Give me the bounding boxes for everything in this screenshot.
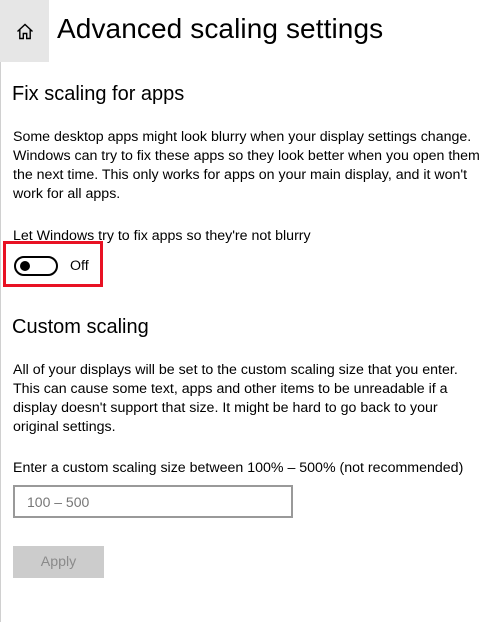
apply-button[interactable]: Apply	[13, 546, 104, 578]
page-title: Advanced scaling settings	[57, 13, 384, 44]
home-icon	[16, 23, 34, 40]
toggle-knob	[20, 261, 30, 271]
custom-scaling-input-label: Enter a custom scaling size between 100%…	[13, 460, 464, 476]
settings-page: Advanced scaling settings Fix scaling fo…	[0, 0, 493, 622]
toggle-state-text: Off	[70, 258, 89, 274]
window-edge	[0, 62, 1, 622]
custom-scaling-description: All of your displays will be set to the …	[13, 362, 458, 435]
fix-scaling-heading: Fix scaling for apps	[12, 83, 185, 105]
custom-scaling-heading: Custom scaling	[12, 316, 149, 338]
fix-scaling-description: Some desktop apps might look blurry when…	[13, 129, 480, 202]
fix-apps-toggle[interactable]	[14, 256, 58, 276]
fix-apps-toggle-row: Off	[14, 255, 89, 277]
home-button[interactable]	[0, 0, 49, 62]
custom-scaling-input[interactable]	[13, 485, 293, 518]
